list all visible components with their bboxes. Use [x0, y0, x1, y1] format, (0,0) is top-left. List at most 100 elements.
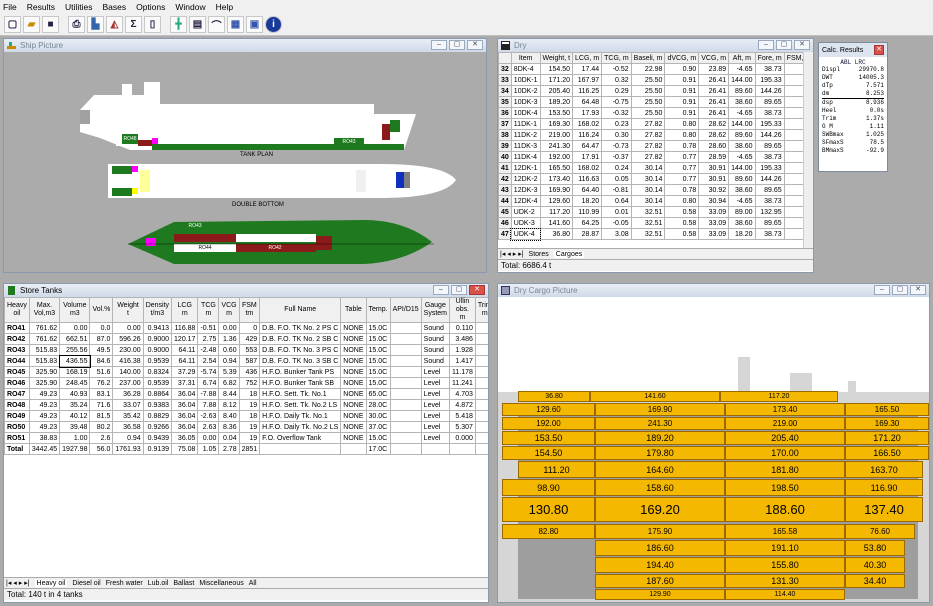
- table-cell[interactable]: [474, 366, 488, 378]
- cargo-hold-value[interactable]: 155.80: [725, 557, 845, 573]
- cargo-hold-value[interactable]: 186.60: [595, 540, 725, 556]
- table-cell[interactable]: 168.02: [572, 162, 603, 174]
- table-cell[interactable]: 0: [783, 162, 803, 174]
- table-cell[interactable]: H.F.O. Sett. Tk. No.1: [259, 388, 342, 400]
- table-cell[interactable]: 30.14: [630, 162, 666, 174]
- table-cell[interactable]: 38.73: [754, 63, 785, 75]
- table-cell[interactable]: 36.04: [171, 410, 199, 422]
- tank-label[interactable]: RO48: [122, 135, 138, 143]
- table-cell[interactable]: 144.00: [728, 74, 756, 86]
- tank-label[interactable]: RO43: [334, 139, 364, 145]
- tab-ballast[interactable]: Ballast: [173, 580, 194, 587]
- table-cell[interactable]: 153.50: [539, 107, 574, 119]
- table-cell[interactable]: 0.00: [112, 322, 144, 334]
- cargo-hold-value[interactable]: 129.90: [595, 589, 725, 600]
- table-cell[interactable]: 37.31: [171, 377, 199, 389]
- table-cell[interactable]: 51.6: [89, 366, 114, 378]
- table-cell[interactable]: D.B. F.O. TK No. 2 SB C: [259, 333, 342, 345]
- tank-name-cell[interactable]: RO51: [4, 432, 30, 444]
- table-cell[interactable]: 3.08: [601, 228, 632, 240]
- column-header[interactable]: Full Name: [259, 297, 342, 323]
- table-cell[interactable]: 154.50: [539, 63, 574, 75]
- table-cell[interactable]: 0.29: [601, 85, 632, 97]
- table-cell[interactable]: 168.19: [59, 366, 91, 378]
- table-cell[interactable]: 0.8324: [142, 366, 173, 378]
- item-cell[interactable]: 11DK-3: [510, 140, 541, 152]
- table-cell[interactable]: 49.23: [28, 421, 61, 433]
- table-cell[interactable]: NONE: [340, 410, 367, 422]
- table-cell[interactable]: 117.20: [539, 206, 574, 218]
- table-cell[interactable]: 325.90: [28, 377, 61, 389]
- table-cell[interactable]: 8.12: [218, 399, 240, 411]
- table-cell[interactable]: Sound: [420, 355, 451, 367]
- close-button[interactable]: ✕: [469, 285, 485, 295]
- table-cell[interactable]: 0.9000: [142, 333, 173, 345]
- table-cell[interactable]: 0.9539: [142, 355, 173, 367]
- menu-bases[interactable]: Bases: [102, 2, 126, 12]
- table-cell[interactable]: 17.93: [572, 107, 603, 119]
- table-cell[interactable]: 0.77: [664, 173, 700, 185]
- table-cell[interactable]: 167.97: [572, 74, 603, 86]
- table-row[interactable]: Total 3442.45 1927.98 56.0 1761.93 0.9139 75.0…: [4, 443, 488, 455]
- calculator-icon[interactable]: ▦: [227, 16, 244, 33]
- column-header[interactable]: VCG, m: [698, 52, 730, 64]
- table-cell[interactable]: 35.24: [59, 399, 91, 411]
- maximize-button[interactable]: ▢: [892, 285, 908, 295]
- table-cell[interactable]: 129.60: [539, 195, 574, 207]
- table-cell[interactable]: 0.9383: [142, 399, 173, 411]
- table-cell[interactable]: [474, 377, 488, 389]
- tank-name-cell[interactable]: RO44: [4, 355, 30, 367]
- table-cell[interactable]: 752: [238, 377, 261, 389]
- table-cell[interactable]: 0.30: [601, 129, 632, 141]
- menu-utilities[interactable]: Utilities: [65, 2, 92, 12]
- table-cell[interactable]: 36.58: [112, 421, 144, 433]
- tab-all[interactable]: All: [249, 580, 257, 587]
- table-cell[interactable]: [474, 322, 488, 334]
- item-cell[interactable]: 11DK-2: [510, 129, 541, 141]
- table-cell[interactable]: -0.05: [601, 217, 632, 229]
- table-cell[interactable]: 36.05: [171, 432, 199, 444]
- table-cell[interactable]: 0.9000: [142, 344, 173, 356]
- table-row[interactable]: 42 12DK-2 173.40 116.63 0.05 30.14 0.77 30.91 89…: [498, 173, 803, 185]
- table-cell[interactable]: 89.65: [754, 96, 785, 108]
- table-cell[interactable]: 18.20: [728, 228, 756, 240]
- table-cell[interactable]: 89.00: [728, 206, 756, 218]
- table-cell[interactable]: 89.65: [754, 140, 785, 152]
- tank-name-cell[interactable]: RO48: [4, 399, 30, 411]
- menu-options[interactable]: Options: [136, 2, 165, 12]
- column-header[interactable]: Vol.%: [89, 297, 114, 323]
- item-cell[interactable]: 11DK-4: [510, 151, 541, 163]
- table-cell[interactable]: NONE: [340, 322, 367, 334]
- menu-file[interactable]: File: [3, 2, 17, 12]
- column-header[interactable]: API/D15: [389, 297, 422, 323]
- table-cell[interactable]: 195.33: [754, 74, 785, 86]
- table-cell[interactable]: 0.58: [664, 228, 700, 240]
- table-cell[interactable]: 89.65: [754, 184, 785, 196]
- sigma-icon[interactable]: Σ: [125, 16, 142, 33]
- cargo-hold-value[interactable]: 131.30: [725, 574, 845, 588]
- table-cell[interactable]: -0.81: [601, 184, 632, 196]
- cargo-hold-value[interactable]: 219.00: [725, 417, 845, 430]
- table-cell[interactable]: 0.23: [601, 118, 632, 130]
- table-row[interactable]: RO51 38.83 1.00 2.6 0.94 0.9439 36.05 0.00 0.04 1…: [4, 432, 488, 444]
- column-header[interactable]: VCG m: [218, 297, 240, 323]
- tab-heavy-oil[interactable]: Heavy oil: [34, 579, 68, 587]
- item-cell[interactable]: 8DK-4: [510, 63, 541, 75]
- row-number[interactable]: 41: [498, 162, 512, 174]
- table-cell[interactable]: 38.60: [728, 140, 756, 152]
- table-cell[interactable]: 436: [238, 366, 261, 378]
- table-row[interactable]: 35 10DK-3 189.20 64.48 -0.75 25.50 0.91 26.41 38…: [498, 96, 803, 108]
- table-cell[interactable]: 0: [783, 129, 803, 141]
- table-cell[interactable]: 0.80: [664, 129, 700, 141]
- column-header[interactable]: Volume m3: [59, 297, 91, 323]
- item-cell[interactable]: 10DK-1: [510, 74, 541, 86]
- table-cell[interactable]: [389, 432, 422, 444]
- column-header[interactable]: Ullin obs. m: [449, 297, 476, 323]
- table-cell[interactable]: 64.47: [572, 140, 603, 152]
- column-header[interactable]: TCG m: [197, 297, 220, 323]
- column-header[interactable]: LCG m: [171, 297, 199, 323]
- cargo-hold-value[interactable]: 205.40: [725, 431, 845, 445]
- table-row[interactable]: RO43 515.83 255.56 49.5 230.00 0.9000 64.11 -2.…: [4, 344, 488, 356]
- item-cell[interactable]: UDK-2: [510, 206, 541, 218]
- table-cell[interactable]: 416.38: [112, 355, 144, 367]
